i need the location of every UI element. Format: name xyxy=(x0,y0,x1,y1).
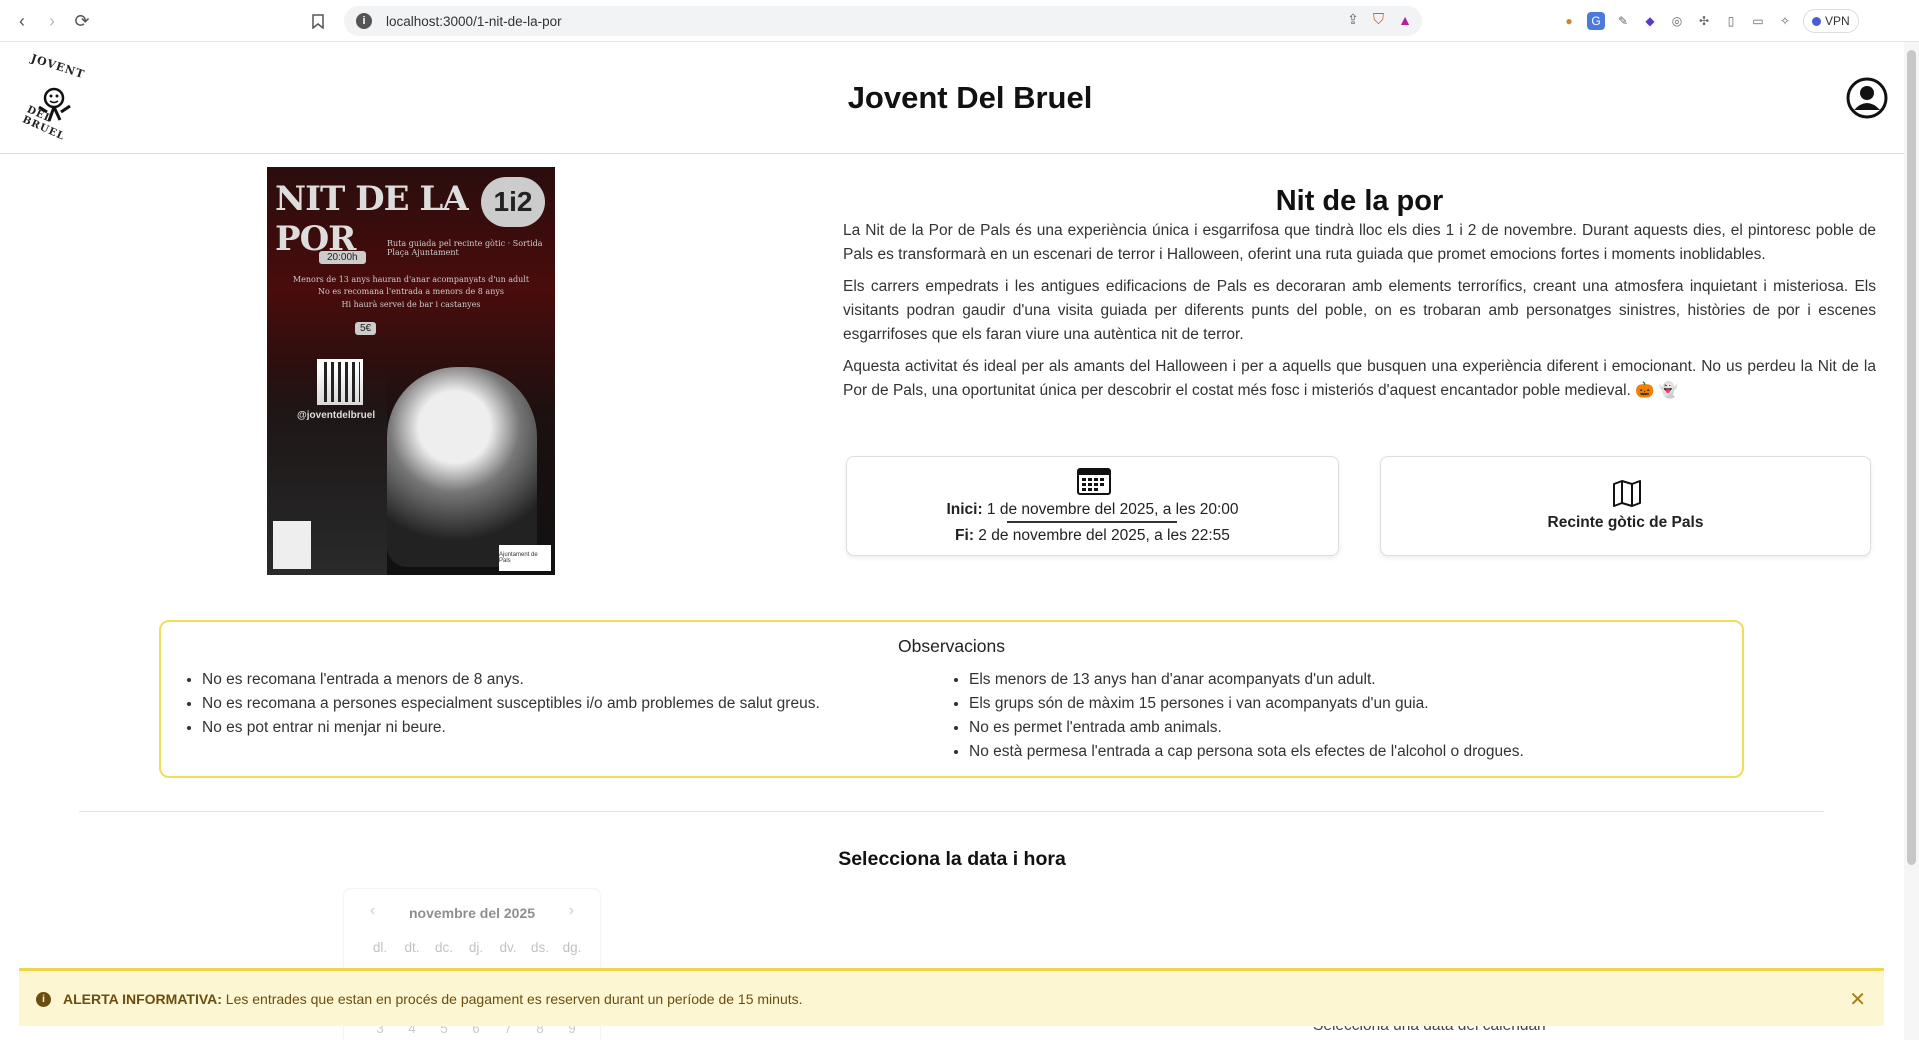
start-underline xyxy=(1007,521,1177,523)
leo-ai-icon[interactable]: ✧ xyxy=(1776,12,1794,30)
brave-rewards-icon[interactable]: ▲ xyxy=(1398,12,1412,28)
section-divider xyxy=(79,811,1824,812)
weekday-label: dt. xyxy=(404,940,420,955)
calendar-weekdays: dl. dt. dc. dj. dv. ds. dg. xyxy=(364,940,588,955)
poster-handle: @joventdelbruel xyxy=(297,410,376,421)
cookie-extension-icon[interactable]: ● xyxy=(1560,12,1578,30)
url-text: localhost:3000/1-nit-de-la-por xyxy=(386,13,562,29)
start-value: 1 de novembre del 2025, a les 20:00 xyxy=(986,501,1239,518)
vpn-label: VPN xyxy=(1825,14,1850,28)
color-picker-icon[interactable]: ✎ xyxy=(1614,12,1632,30)
observation-item: No es recomana l'entrada a menors de 8 a… xyxy=(202,668,820,692)
event-dates-card: Inici: 1 de novembre del 2025, a les 20:… xyxy=(846,456,1339,556)
observation-item: Els menors de 13 anys han d'anar acompan… xyxy=(969,668,1524,692)
sidebar-icon[interactable]: ▯ xyxy=(1722,12,1740,30)
alert-text: ALERTA INFORMATIVA: Les entrades que est… xyxy=(63,991,803,1007)
description-paragraph: Els carrers empedrats i les antigues edi… xyxy=(843,278,1876,343)
forward-icon[interactable]: › xyxy=(38,7,66,35)
event-title: Nit de la por xyxy=(1275,185,1444,217)
browser-toolbar: ‹ › ⟳ i localhost:3000/1-nit-de-la-por ⇪… xyxy=(0,0,1919,42)
poster-route: Ruta guiada pel recinte gòtic · Sortida … xyxy=(387,239,543,257)
observation-item: No es permet l'entrada amb animals. xyxy=(969,716,1524,740)
event-start: Inici: 1 de novembre del 2025, a les 20:… xyxy=(847,501,1338,519)
end-label: Fi: xyxy=(955,527,974,544)
wallet-icon[interactable]: ▭ xyxy=(1749,12,1767,30)
poster-ajuntament-logo: Ajuntament de Pals xyxy=(499,545,551,571)
poster-organizer-logo xyxy=(273,521,311,569)
weekday-label: dl. xyxy=(372,940,388,955)
event-place-card: Recinte gòtic de Pals xyxy=(1380,456,1871,556)
weekday-label: ds. xyxy=(530,940,549,955)
calendar-icon xyxy=(1077,468,1111,495)
bookmark-icon[interactable] xyxy=(306,9,330,33)
observations-list-right: Els menors de 13 anys han d'anar acompan… xyxy=(969,668,1524,764)
poster-dates-badge: 1i2 xyxy=(481,177,545,227)
weekday-label: dc. xyxy=(434,940,453,955)
weekday-label: dv. xyxy=(499,940,517,955)
page-scrollbar[interactable] xyxy=(1904,42,1919,1040)
poster-clown-graphic xyxy=(387,367,537,567)
event-description: La Nit de la Por de Pals és una experièn… xyxy=(843,219,1876,411)
site-title: Jovent Del Bruel xyxy=(847,80,1093,115)
address-bar[interactable]: i localhost:3000/1-nit-de-la-por ⇪ ⛉ ▲ xyxy=(344,6,1422,36)
weekday-label: dg. xyxy=(562,940,582,955)
scrollbar-thumb[interactable] xyxy=(1907,50,1916,865)
extension-badge-icon[interactable]: ◆ xyxy=(1641,12,1659,30)
extensions-bar: ● G ✎ ◆ ◎ ✣ ▯ ▭ ✧ VPN xyxy=(1560,9,1859,33)
puzzle-icon[interactable]: ✣ xyxy=(1695,12,1713,30)
event-poster: NIT DE LA POR 1i2 20:00h Ruta guiada pel… xyxy=(267,167,555,575)
translate-extension-icon[interactable]: G xyxy=(1587,12,1605,30)
alert-label: ALERTA INFORMATIVA: xyxy=(63,991,222,1007)
share-icon[interactable]: ⇪ xyxy=(1347,11,1359,28)
map-icon xyxy=(1613,480,1641,507)
poster-minors: Menors de 13 anys hauran d'anar acompany… xyxy=(292,275,530,284)
poster-not-recommended: No es recomana l'entrada a menors de 8 a… xyxy=(318,287,504,296)
compass-icon[interactable]: ◎ xyxy=(1668,12,1686,30)
next-month-icon[interactable]: › xyxy=(569,902,574,920)
description-paragraph: Aquesta activitat és ideal per als amant… xyxy=(843,358,1876,399)
info-alert: i ALERTA INFORMATIVA: Les entrades que e… xyxy=(19,968,1884,1026)
alert-message: Les entrades que estan en procés de paga… xyxy=(225,991,803,1007)
observation-item: No està permesa l'entrada a cap persona … xyxy=(969,740,1524,764)
event-end: Fi: 2 de novembre del 2025, a les 22:55 xyxy=(847,527,1338,545)
end-value: 2 de novembre del 2025, a les 22:55 xyxy=(978,527,1230,544)
start-label: Inici: xyxy=(946,501,983,518)
observations-list-left: No es recomana l'entrada a menors de 8 a… xyxy=(202,668,820,740)
event-place: Recinte gòtic de Pals xyxy=(1547,514,1704,531)
poster-price: 5€ xyxy=(355,322,377,335)
reload-icon[interactable]: ⟳ xyxy=(68,7,96,35)
observation-item: Els grups són de màxim 15 persones i van… xyxy=(969,692,1524,716)
description-paragraph: La Nit de la Por de Pals és una experièn… xyxy=(843,222,1876,263)
back-icon[interactable]: ‹ xyxy=(8,7,36,35)
booking-title: Selecciona la data i hora xyxy=(838,848,1066,870)
info-icon: i xyxy=(36,992,51,1007)
observations-box: Observacions No es recomana l'entrada a … xyxy=(159,620,1744,778)
observation-item: No es pot entrar ni menjar ni beure. xyxy=(202,716,820,740)
brave-shields-icon[interactable]: ⛉ xyxy=(1373,11,1384,28)
close-icon[interactable]: ✕ xyxy=(1849,987,1866,1012)
account-icon[interactable] xyxy=(1846,77,1888,119)
vpn-status-icon xyxy=(1812,16,1821,26)
observations-title: Observacions xyxy=(898,636,1005,656)
weekday-label: dj. xyxy=(468,940,484,955)
observation-item: No es recomana a persones especialment s… xyxy=(202,692,820,716)
site-header: JOVENT DEL BRUEL Jovent Del Bruel xyxy=(0,42,1904,154)
vpn-button[interactable]: VPN xyxy=(1803,9,1859,33)
poster-bar: Hi haurà servei de bar i castanyes xyxy=(341,300,481,309)
calendar-month: novembre del 2025 xyxy=(408,905,536,921)
poster-time: 20:00h xyxy=(319,251,366,264)
site-info-icon[interactable]: i xyxy=(356,13,372,29)
